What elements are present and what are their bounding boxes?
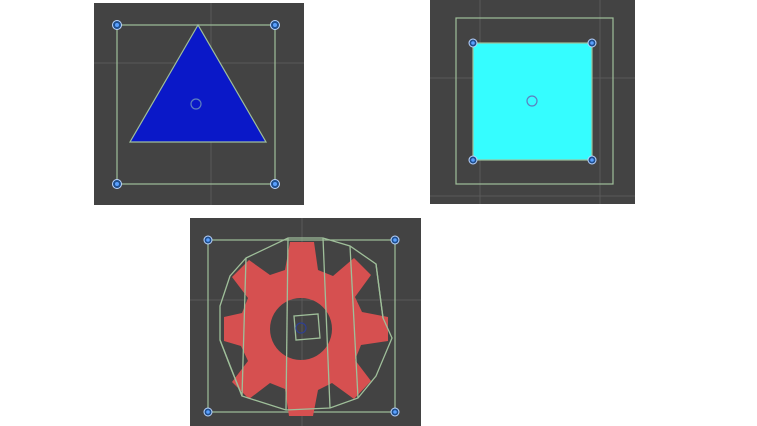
triangle-shape[interactable] xyxy=(128,23,268,143)
corner-handle-top-left[interactable] xyxy=(203,235,213,245)
corner-handle-top-right[interactable] xyxy=(270,20,280,30)
corner-handle-bottom-left[interactable] xyxy=(468,155,478,165)
mesh-edge xyxy=(219,339,243,397)
corner-handle-bottom-right[interactable] xyxy=(270,179,280,189)
triangle-sprite-canvas xyxy=(94,3,304,205)
corner-handle-top-right[interactable] xyxy=(587,38,597,48)
corner-handle-top-left[interactable] xyxy=(468,38,478,48)
mesh-edge xyxy=(375,263,384,319)
triangle-sprite-panel xyxy=(94,3,304,205)
pivot-icon[interactable] xyxy=(295,322,307,334)
corner-handle-bottom-left[interactable] xyxy=(203,407,213,417)
corner-handle-bottom-left[interactable] xyxy=(112,179,122,189)
corner-handle-bottom-right[interactable] xyxy=(390,407,400,417)
square-sprite-panel xyxy=(430,0,635,204)
corner-handle-top-right[interactable] xyxy=(390,235,400,245)
corner-handle-top-left[interactable] xyxy=(112,20,122,30)
square-shape[interactable] xyxy=(472,42,593,161)
center-mesh-quad xyxy=(293,313,321,341)
gear-sprite-panel xyxy=(190,218,421,426)
corner-handle-bottom-right[interactable] xyxy=(587,155,597,165)
square-sprite-canvas xyxy=(430,0,635,204)
gear-sprite-canvas xyxy=(190,218,421,426)
